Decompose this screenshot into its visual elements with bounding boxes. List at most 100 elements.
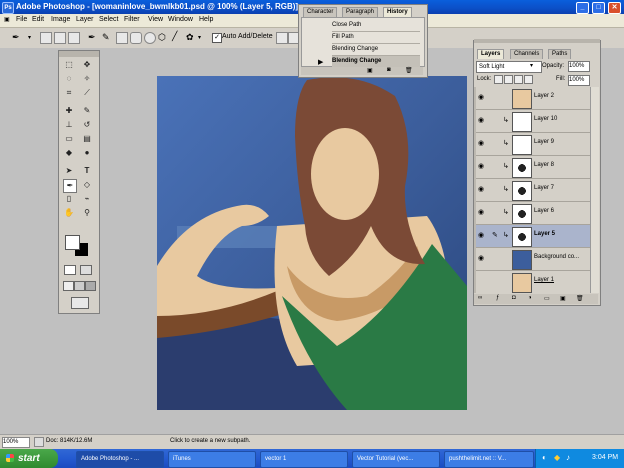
- lasso-tool-icon[interactable]: ◌: [63, 73, 75, 85]
- screen-mode-full[interactable]: [85, 281, 96, 291]
- menu-image[interactable]: Image: [51, 16, 70, 23]
- lock-transparency-button[interactable]: [494, 75, 503, 84]
- taskbar-item-vector-tutorial[interactable]: Vector Tutorial (vec...: [352, 451, 440, 468]
- zoom-field[interactable]: 100%: [2, 437, 30, 448]
- new-layer-icon[interactable]: ▣: [560, 295, 566, 302]
- menu-window[interactable]: Window: [168, 16, 193, 23]
- start-button[interactable]: start: [0, 449, 58, 468]
- standard-mode-button[interactable]: [64, 265, 76, 275]
- jump-to-imageready-button[interactable]: [71, 297, 89, 309]
- eye-icon[interactable]: ◉: [478, 254, 484, 262]
- trash-icon[interactable]: 🗑: [405, 67, 413, 74]
- document-canvas[interactable]: [157, 76, 467, 410]
- snapshot-icon[interactable]: ◙: [387, 67, 391, 73]
- magic-wand-icon[interactable]: ✧: [81, 73, 93, 85]
- new-group-icon[interactable]: ▭: [544, 295, 550, 302]
- layer-row[interactable]: ◉ ↳ Layer 10: [476, 110, 590, 133]
- menu-edit[interactable]: Edit: [32, 16, 44, 23]
- rectangle-tool-button[interactable]: [116, 32, 128, 44]
- blur-tool-icon[interactable]: ◆: [63, 147, 75, 159]
- close-button[interactable]: ✕: [608, 2, 621, 14]
- chevron-down-icon[interactable]: ▾: [530, 62, 533, 69]
- chevron-down-icon[interactable]: ▾: [28, 34, 31, 41]
- taskbar-item-vector[interactable]: vector 1: [260, 451, 348, 468]
- tray-icon[interactable]: ◆: [554, 453, 560, 462]
- clone-stamp-icon[interactable]: ⊥: [63, 119, 75, 131]
- eye-icon[interactable]: ◉: [478, 231, 484, 239]
- brush-tool-icon[interactable]: ✎: [81, 105, 93, 117]
- layer-row[interactable]: Layer 1: [476, 271, 590, 293]
- taskbar-item-browser[interactable]: pushthelimit.net :: V...: [444, 451, 534, 468]
- fill-pixels-button[interactable]: [68, 32, 80, 44]
- eye-icon[interactable]: ◉: [478, 185, 484, 193]
- tab-paragraph[interactable]: Paragraph: [342, 7, 379, 17]
- screen-mode-standard[interactable]: [63, 281, 74, 291]
- type-tool-icon[interactable]: T: [81, 165, 93, 177]
- menu-layer[interactable]: Layer: [76, 16, 94, 23]
- pen-icon[interactable]: ✒: [88, 32, 96, 43]
- layer-style-icon[interactable]: ƒ: [496, 295, 499, 301]
- screen-mode-full-menu[interactable]: [74, 281, 85, 291]
- eye-icon[interactable]: ◉: [478, 139, 484, 147]
- healing-brush-icon[interactable]: ✚: [63, 105, 75, 117]
- shape-layers-button[interactable]: [40, 32, 52, 44]
- fill-input[interactable]: 100%: [568, 75, 590, 86]
- marquee-tool-icon[interactable]: ⬚: [63, 59, 75, 71]
- layer-row[interactable]: ◉ ↳ Layer 9: [476, 133, 590, 156]
- rounded-rectangle-tool-button[interactable]: [130, 32, 142, 44]
- eye-icon[interactable]: ◉: [478, 93, 484, 101]
- line-tool-icon[interactable]: ╱: [172, 31, 177, 42]
- trash-icon[interactable]: 🗑: [576, 295, 584, 302]
- add-to-path-button[interactable]: [276, 32, 288, 44]
- ellipse-tool-button[interactable]: [144, 32, 156, 44]
- volume-icon[interactable]: ♪: [566, 453, 570, 462]
- paths-button[interactable]: [54, 32, 66, 44]
- eye-icon[interactable]: ◉: [478, 162, 484, 170]
- menu-select[interactable]: Select: [99, 16, 118, 23]
- history-brush-icon[interactable]: ↺: [81, 119, 93, 131]
- move-tool-icon[interactable]: ✥: [81, 59, 93, 71]
- shape-tool-icon[interactable]: ◇: [81, 179, 93, 191]
- custom-shape-icon[interactable]: ✿: [186, 32, 194, 43]
- link-layers-icon[interactable]: ∞: [478, 295, 482, 301]
- minimize-button[interactable]: _: [576, 2, 589, 14]
- lock-all-button[interactable]: [524, 75, 533, 84]
- tab-character[interactable]: Character: [303, 7, 338, 17]
- layer-row[interactable]: ◉ ↳ Layer 6: [476, 202, 590, 225]
- layer-row[interactable]: ◉ ↳ Layer 8: [476, 156, 590, 179]
- tools-title-bar[interactable]: [59, 51, 99, 57]
- tab-history[interactable]: History: [383, 7, 412, 17]
- path-selection-icon[interactable]: ➤: [63, 165, 75, 177]
- opacity-input[interactable]: 100%: [568, 61, 590, 72]
- layers-scrollbar[interactable]: [590, 87, 599, 293]
- menu-view[interactable]: View: [148, 16, 163, 23]
- history-item[interactable]: Blending Change: [332, 44, 420, 56]
- layer-row-active[interactable]: ◉ ✎ ↳ Layer 5: [476, 225, 590, 248]
- eyedropper-icon[interactable]: ⌁: [81, 193, 93, 205]
- eraser-tool-icon[interactable]: ▭: [63, 133, 75, 145]
- new-document-icon[interactable]: ▣: [367, 67, 373, 74]
- pen-tool-preset-icon[interactable]: ✒: [12, 32, 20, 43]
- polygon-tool-icon[interactable]: ⬡: [158, 32, 166, 43]
- lock-position-button[interactable]: [514, 75, 523, 84]
- taskbar-item-itunes[interactable]: iTunes: [168, 451, 256, 468]
- notes-tool-icon[interactable]: ▯: [63, 193, 75, 205]
- foreground-color-swatch[interactable]: [65, 235, 80, 250]
- layers-panel-title-bar[interactable]: [474, 39, 600, 43]
- history-item[interactable]: Close Path: [332, 20, 420, 32]
- menu-help[interactable]: Help: [199, 16, 213, 23]
- tab-channels[interactable]: Channels: [510, 49, 544, 59]
- auto-add-delete-checkbox[interactable]: ✓: [212, 33, 222, 43]
- quick-mask-button[interactable]: [80, 265, 92, 275]
- slice-tool-icon[interactable]: ⟋: [81, 87, 93, 99]
- tab-paths[interactable]: Paths: [548, 49, 572, 59]
- layer-row[interactable]: ◉ Background co...: [476, 248, 590, 271]
- adjustment-layer-icon[interactable]: ◑: [528, 295, 532, 301]
- hand-tool-icon[interactable]: ✋: [63, 207, 75, 219]
- lock-image-button[interactable]: [504, 75, 513, 84]
- eye-icon[interactable]: ◉: [478, 116, 484, 124]
- crop-tool-icon[interactable]: ⌗: [63, 87, 75, 99]
- document-icon[interactable]: ▣: [4, 16, 10, 23]
- layer-mask-icon[interactable]: ◘: [512, 295, 516, 301]
- taskbar-item-photoshop[interactable]: Adobe Photoshop - ...: [76, 451, 164, 468]
